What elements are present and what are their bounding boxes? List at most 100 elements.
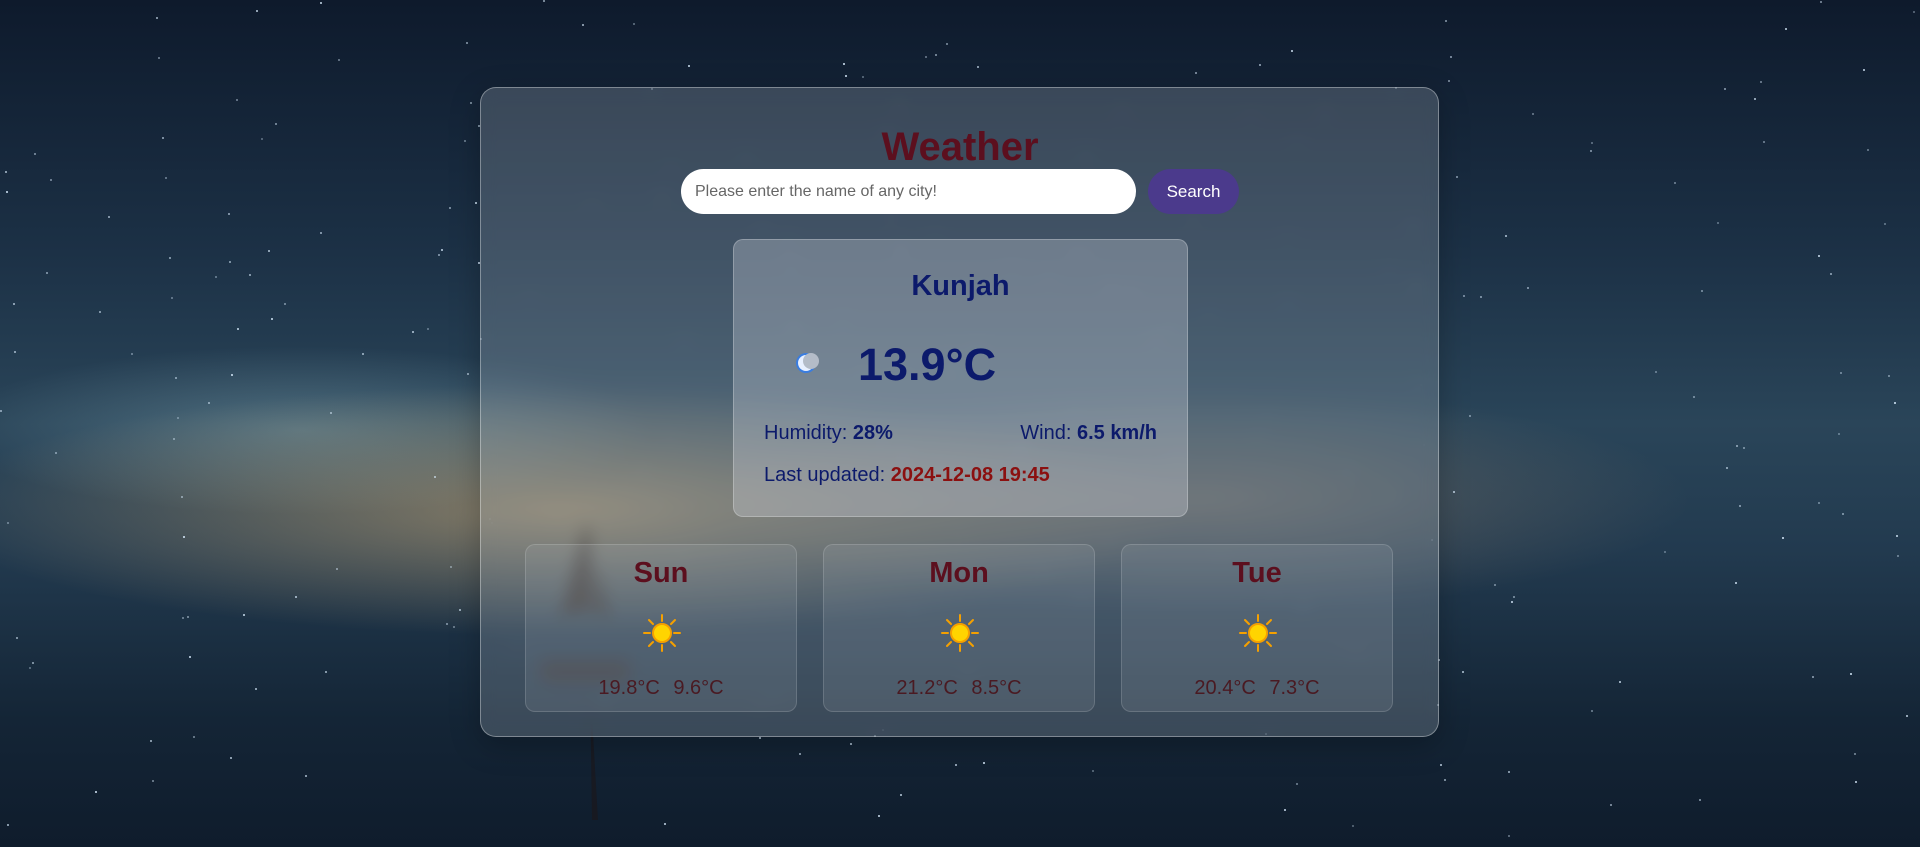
star xyxy=(1511,601,1513,603)
star xyxy=(295,596,297,598)
star xyxy=(152,780,154,782)
star xyxy=(1884,223,1886,225)
star xyxy=(470,102,472,104)
star xyxy=(427,328,429,330)
star xyxy=(1448,80,1450,82)
star xyxy=(1724,88,1726,90)
star xyxy=(1726,467,1728,469)
star xyxy=(320,232,322,234)
star xyxy=(362,353,364,355)
star xyxy=(438,254,440,256)
star xyxy=(543,0,545,2)
star xyxy=(169,257,171,259)
star xyxy=(0,410,2,412)
star xyxy=(1494,584,1496,586)
star xyxy=(900,794,902,796)
star xyxy=(1655,371,1657,373)
star xyxy=(1505,235,1507,237)
search-button[interactable]: Search xyxy=(1148,169,1239,214)
star xyxy=(256,10,258,12)
forecast-max: 20.4°C xyxy=(1194,677,1256,699)
forecast-max: 19.8°C xyxy=(598,677,660,699)
star xyxy=(7,824,9,826)
forecast-card-sun: Sun 19.8°C 9.6°C xyxy=(525,544,797,712)
star xyxy=(946,43,948,45)
star xyxy=(173,438,175,440)
forecast-min: 9.6°C xyxy=(673,677,724,699)
star xyxy=(249,274,251,276)
star xyxy=(6,191,8,193)
humidity: Humidity: 28% xyxy=(764,422,893,445)
star xyxy=(183,536,185,538)
star xyxy=(1619,681,1621,683)
star xyxy=(466,42,468,44)
star xyxy=(1092,770,1094,772)
star xyxy=(268,250,270,252)
star xyxy=(1508,771,1510,773)
star xyxy=(29,667,31,669)
star xyxy=(1782,537,1784,539)
star xyxy=(175,377,177,379)
star xyxy=(1508,835,1510,837)
star xyxy=(208,402,210,404)
star xyxy=(320,2,322,4)
current-temperature: 13.9°C xyxy=(858,339,997,390)
search-input[interactable] xyxy=(681,169,1136,214)
star xyxy=(1532,113,1534,115)
star xyxy=(955,764,957,766)
star xyxy=(850,743,852,745)
star xyxy=(446,623,448,625)
star xyxy=(1480,296,1482,298)
star xyxy=(1760,81,1762,83)
forecast-temps: 20.4°C 7.3°C xyxy=(1122,677,1392,700)
forecast-card-tue: Tue 20.4°C 7.3°C xyxy=(1121,544,1393,712)
star xyxy=(582,24,584,26)
star xyxy=(95,791,97,793)
star xyxy=(1591,710,1593,712)
star xyxy=(935,54,937,56)
star xyxy=(14,351,16,353)
star xyxy=(55,452,57,454)
star xyxy=(983,762,985,764)
star xyxy=(7,522,9,524)
moon-icon xyxy=(796,353,819,373)
forecast-min: 8.5°C xyxy=(971,677,1022,699)
star xyxy=(1462,671,1464,673)
star xyxy=(1913,11,1915,13)
star xyxy=(1527,287,1529,289)
sun-icon xyxy=(643,614,681,652)
star xyxy=(475,202,477,204)
star xyxy=(1854,753,1856,755)
star xyxy=(243,614,245,616)
star xyxy=(1812,676,1814,678)
star xyxy=(434,476,436,478)
star xyxy=(1820,1,1822,3)
star xyxy=(338,59,340,61)
star xyxy=(878,815,880,817)
star xyxy=(1830,273,1832,275)
star xyxy=(255,688,257,690)
star xyxy=(5,171,7,173)
star xyxy=(412,331,414,333)
forecast-temps: 19.8°C 9.6°C xyxy=(526,677,796,700)
star xyxy=(1906,715,1908,717)
wind-value: 6.5 km/h xyxy=(1076,422,1157,444)
last-updated: Last updated: 2024-12-08 19:45 xyxy=(764,464,1050,487)
forecast-card-mon: Mon 21.2°C 8.5°C xyxy=(823,544,1095,712)
star xyxy=(1284,809,1286,811)
sun-icon xyxy=(1239,614,1277,652)
star xyxy=(1785,28,1787,30)
star xyxy=(325,671,327,673)
star xyxy=(16,637,18,639)
star xyxy=(1855,781,1857,783)
star xyxy=(1838,433,1840,435)
star xyxy=(1736,445,1738,447)
star xyxy=(1888,375,1890,377)
star xyxy=(231,374,233,376)
star xyxy=(1469,415,1471,417)
forecast-temps: 21.2°C 8.5°C xyxy=(824,677,1094,700)
humidity-value: 28% xyxy=(852,422,893,444)
star xyxy=(50,179,52,181)
star xyxy=(688,65,690,67)
star xyxy=(193,736,195,738)
